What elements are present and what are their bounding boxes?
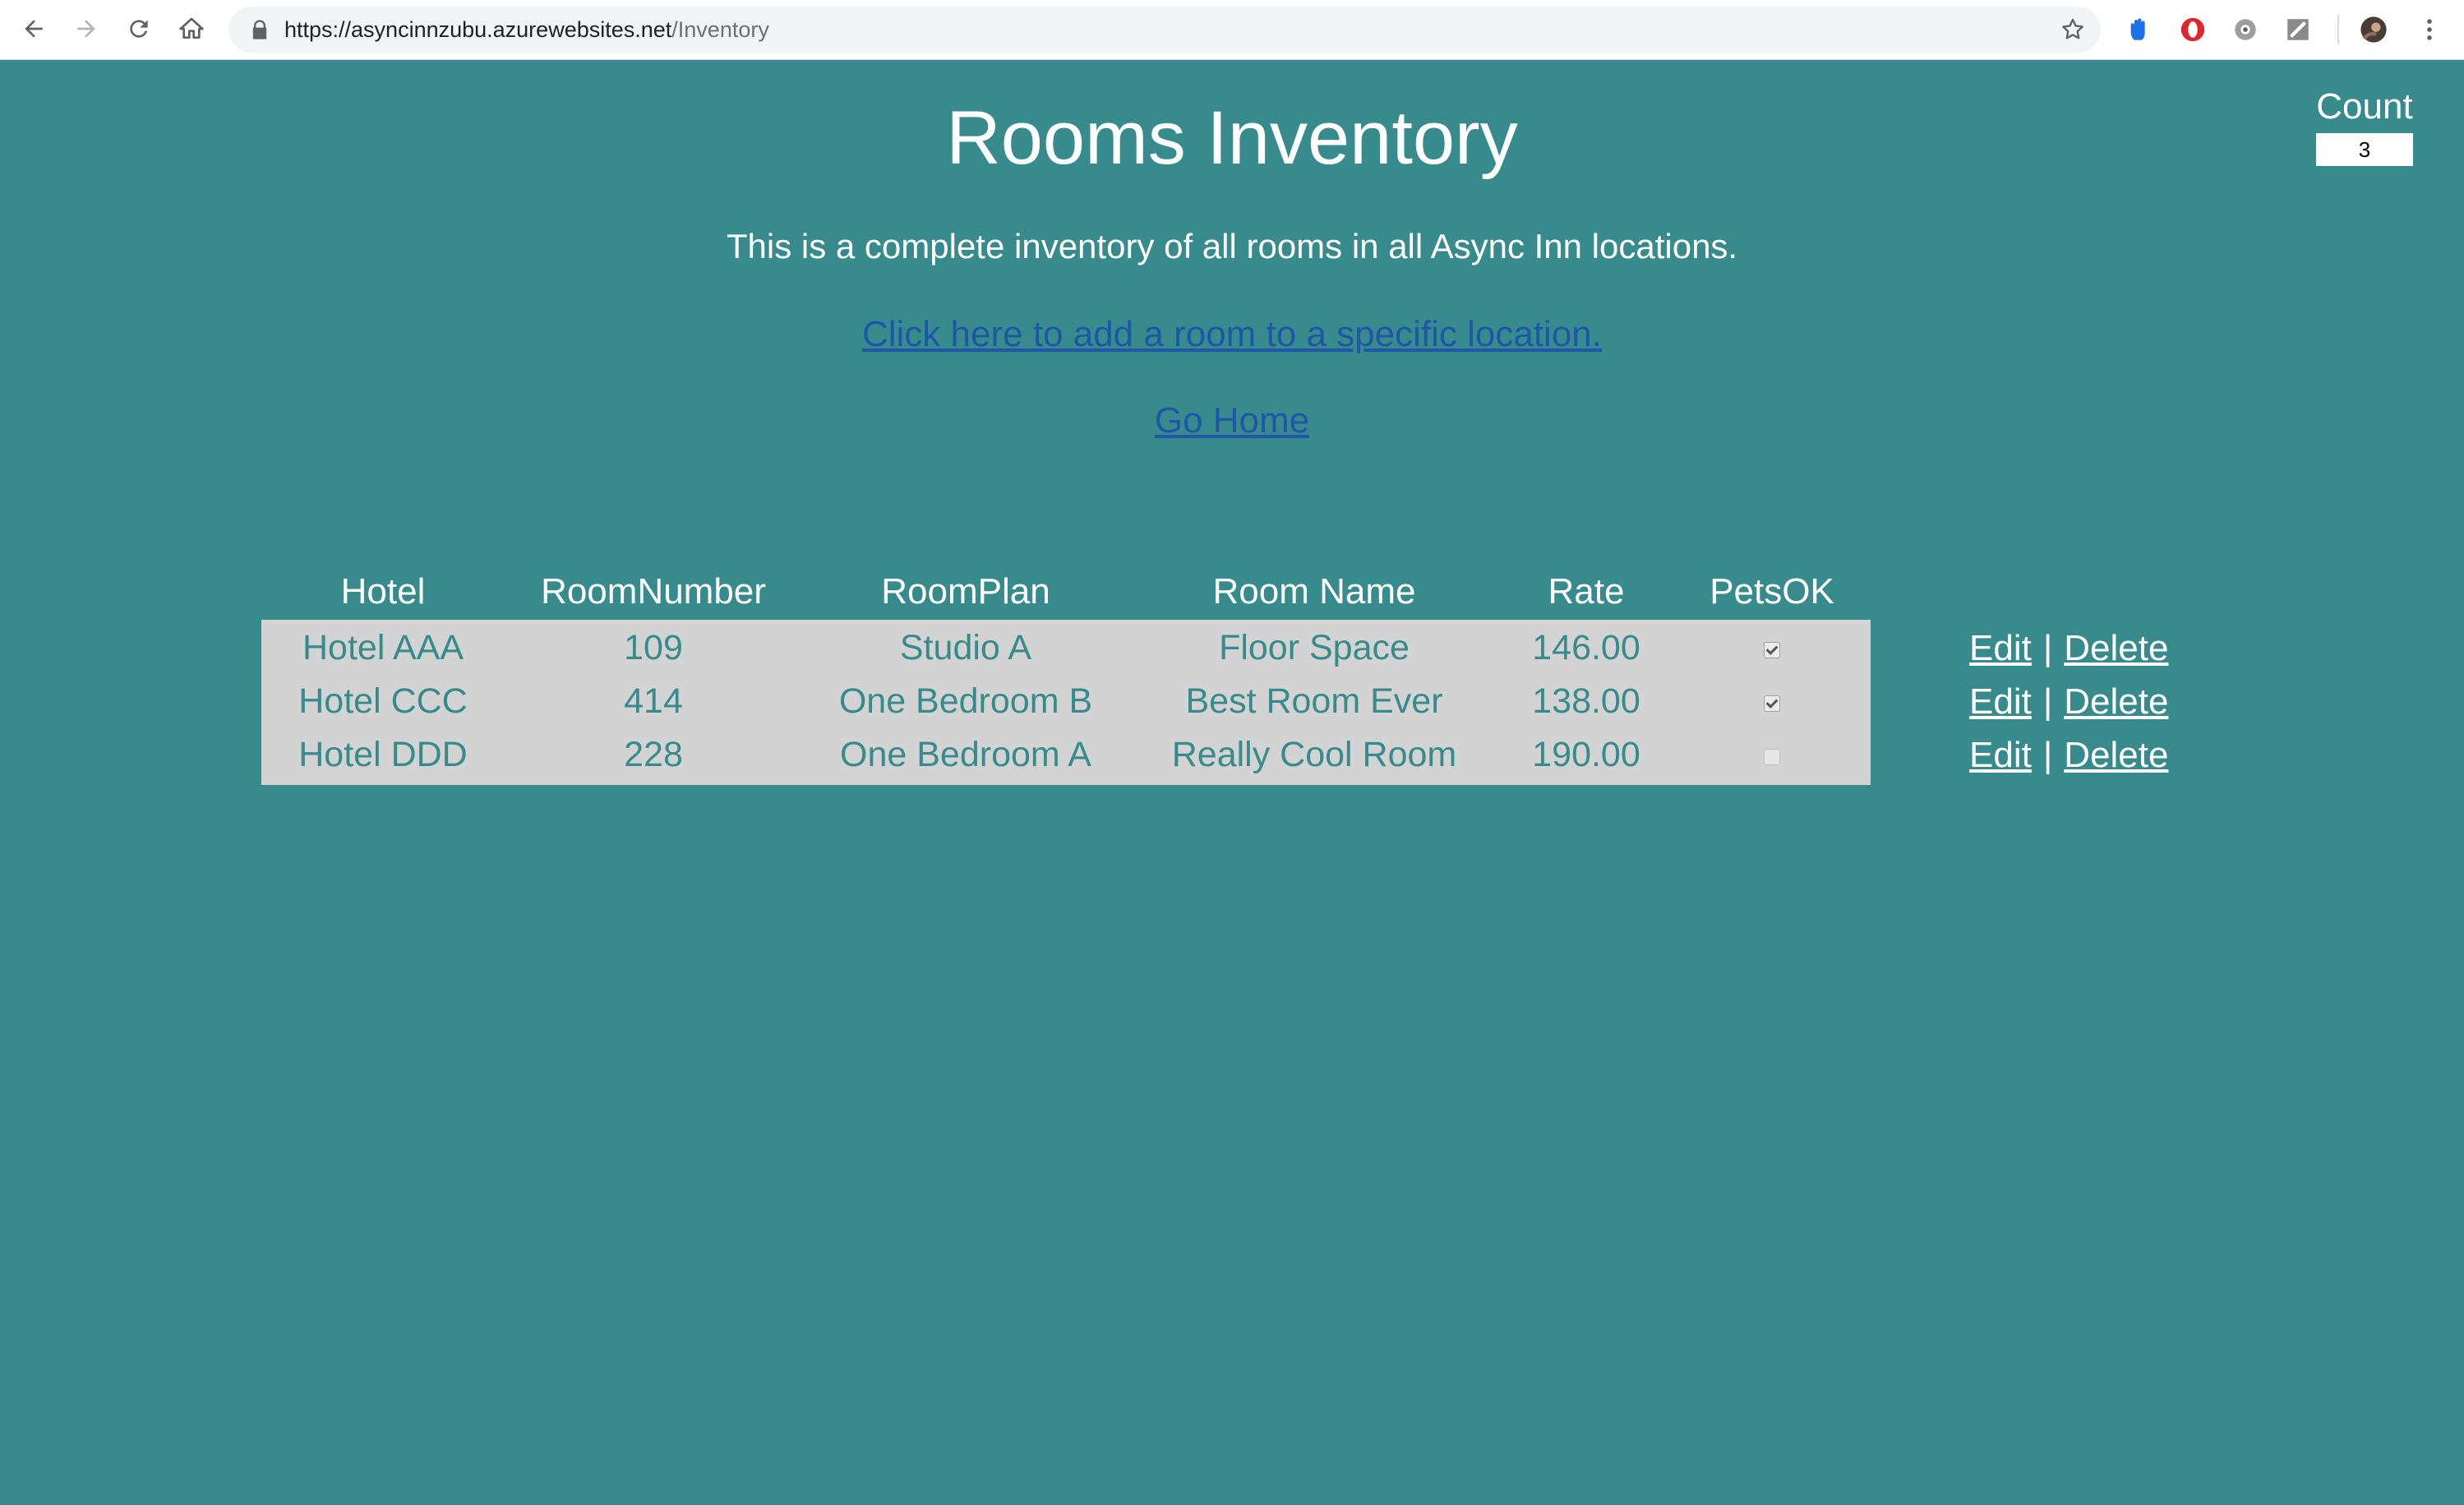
- cell-actions: Edit | Delete: [1871, 728, 2169, 785]
- cell-pets-ok: [1673, 675, 1871, 728]
- table-row: Hotel CCC 414 One Bedroom B Best Room Ev…: [261, 675, 2169, 728]
- pets-ok-checkbox[interactable]: [1764, 695, 1780, 712]
- url-path: /Inventory: [671, 17, 769, 42]
- lock-icon: [252, 20, 267, 39]
- toolbar-divider: [2337, 15, 2339, 44]
- rooms-table: Hotel RoomNumber RoomPlan Room Name Rate…: [261, 564, 2169, 785]
- header-actions: [1871, 564, 2169, 620]
- cell-room-name: Really Cool Room: [1171, 735, 1457, 774]
- pets-ok-checkbox[interactable]: [1764, 748, 1780, 765]
- back-button[interactable]: [15, 10, 53, 48]
- action-separator: |: [2042, 734, 2053, 775]
- header-pets-ok: PetsOK: [1710, 571, 1834, 612]
- cell-rate: 190.00: [1532, 735, 1640, 774]
- cell-rate: 138.00: [1532, 681, 1640, 721]
- cell-room-plan: One Bedroom A: [840, 735, 1091, 774]
- more-vertical-icon: [2427, 19, 2432, 40]
- header-rate: Rate: [1548, 571, 1625, 612]
- edit-link[interactable]: Edit: [1969, 735, 2032, 775]
- browser-menu-button[interactable]: [2413, 13, 2446, 46]
- extension-gear-icon[interactable]: [2229, 13, 2262, 46]
- page-subtitle: This is a complete inventory of all room…: [726, 227, 1738, 265]
- cell-room-name: Best Room Ever: [1185, 681, 1443, 721]
- extension-slash-icon[interactable]: [2282, 13, 2314, 46]
- delete-link[interactable]: Delete: [2064, 735, 2168, 775]
- add-room-link-row: Click here to add a room to a specific l…: [0, 314, 2464, 355]
- bookmark-star-icon[interactable]: [2060, 16, 2086, 43]
- table-header-row: Hotel RoomNumber RoomPlan Room Name Rate…: [261, 564, 2169, 620]
- back-arrow-icon: [25, 20, 43, 38]
- reload-icon: [130, 20, 148, 38]
- extension-opera-icon[interactable]: [2176, 13, 2209, 46]
- delete-link[interactable]: Delete: [2064, 628, 2168, 668]
- cell-actions: Edit | Delete: [1871, 620, 2169, 675]
- address-bar[interactable]: https://asyncinnzubu.azurewebsites.net/I…: [228, 7, 2101, 53]
- cell-room-plan: Studio A: [899, 628, 1032, 667]
- add-room-link[interactable]: Click here to add a room to a specific l…: [862, 314, 1602, 354]
- home-button[interactable]: [173, 10, 210, 48]
- count-widget: Count 3: [2316, 89, 2413, 166]
- profile-avatar[interactable]: [2357, 13, 2390, 46]
- cell-room-plan: One Bedroom B: [838, 681, 1093, 721]
- cell-room-number: 414: [624, 681, 683, 721]
- edit-link[interactable]: Edit: [1969, 681, 2032, 722]
- cell-room-name: Floor Space: [1219, 628, 1410, 667]
- cell-hotel: Hotel AAA: [302, 628, 464, 667]
- edit-link[interactable]: Edit: [1969, 628, 2032, 668]
- action-separator: |: [2042, 627, 2053, 668]
- reload-button[interactable]: [120, 10, 158, 48]
- page-title: Rooms Inventory: [946, 96, 1518, 180]
- header-room-plan: RoomPlan: [881, 571, 1050, 612]
- go-home-link[interactable]: Go Home: [1155, 400, 1309, 441]
- extension-lastpass-icon[interactable]: [2124, 13, 2157, 46]
- url-text[interactable]: https://asyncinnzubu.azurewebsites.net/I…: [284, 7, 769, 53]
- delete-link[interactable]: Delete: [2064, 681, 2168, 722]
- slash-icon: [2287, 19, 2309, 40]
- cell-hotel: Hotel CCC: [298, 681, 468, 721]
- url-host: https://asyncinnzubu.azurewebsites.net: [284, 17, 672, 42]
- count-value: 3: [2316, 133, 2413, 166]
- gear-icon: [2235, 19, 2256, 40]
- cell-room-number: 109: [624, 628, 683, 667]
- header-room-name: Room Name: [1212, 571, 1416, 612]
- count-label: Count: [2316, 86, 2413, 127]
- action-separator: |: [2042, 681, 2053, 722]
- hand-icon: [2130, 18, 2145, 40]
- opera-icon: [2180, 17, 2205, 42]
- home-icon: [179, 17, 204, 39]
- cell-actions: Edit | Delete: [1871, 675, 2169, 728]
- table-row: Hotel AAA 109 Studio A Floor Space 146.0…: [261, 620, 2169, 675]
- table-row: Hotel DDD 228 One Bedroom A Really Cool …: [261, 728, 2169, 785]
- cell-pets-ok: [1673, 620, 1871, 675]
- forward-arrow-icon: [77, 20, 95, 38]
- cell-room-number: 228: [624, 735, 683, 774]
- browser-toolbar: https://asyncinnzubu.azurewebsites.net/I…: [0, 0, 2464, 60]
- cell-pets-ok: [1673, 728, 1871, 785]
- avatar-icon: [2360, 16, 2387, 43]
- pets-ok-checkbox[interactable]: [1764, 641, 1780, 658]
- forward-button[interactable]: [67, 10, 105, 48]
- cell-rate: 146.00: [1532, 628, 1640, 667]
- header-room-number: RoomNumber: [541, 571, 766, 612]
- header-hotel: Hotel: [340, 571, 426, 612]
- go-home-link-row: Go Home: [0, 400, 2464, 441]
- cell-hotel: Hotel DDD: [298, 735, 468, 774]
